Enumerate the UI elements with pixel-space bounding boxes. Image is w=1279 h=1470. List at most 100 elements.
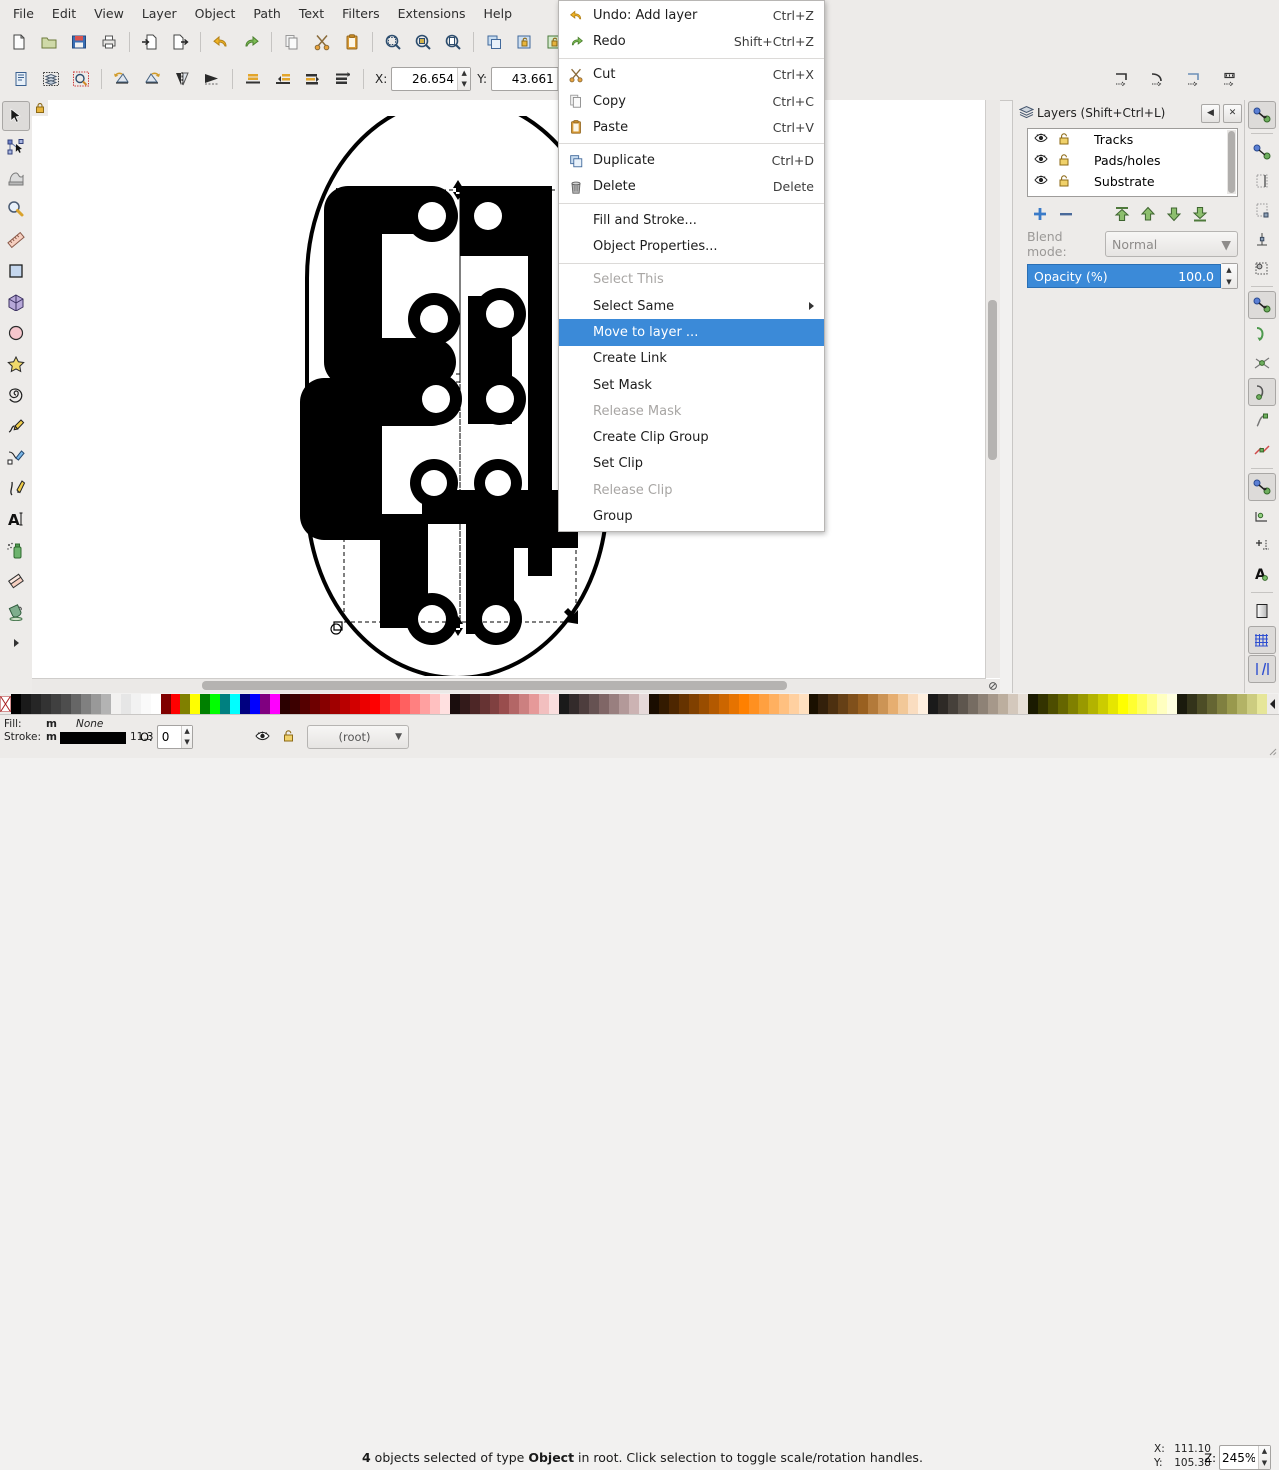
palette-swatch[interactable] xyxy=(599,694,610,714)
x-field[interactable]: ▲▼ xyxy=(391,67,472,91)
text-a-icon[interactable]: A xyxy=(2,504,30,534)
opacity-stepper[interactable]: ▲ ▼ xyxy=(1221,263,1238,289)
layer-list[interactable]: Tracks Pads/holes Substrate xyxy=(1027,128,1238,197)
zoom-page-icon[interactable] xyxy=(440,29,466,55)
measure-tool[interactable] xyxy=(2,225,30,255)
palette-swatch[interactable] xyxy=(160,694,171,714)
canvas-area[interactable] xyxy=(32,100,1000,693)
palette-swatch[interactable] xyxy=(339,694,350,714)
eye-open-icon[interactable] xyxy=(1034,132,1048,147)
save-document-icon[interactable] xyxy=(66,29,92,55)
palette-swatch[interactable] xyxy=(1217,694,1228,714)
palette-swatch[interactable] xyxy=(1117,694,1128,714)
zoom-selection-icon[interactable] xyxy=(380,29,406,55)
snap-object-centers-button[interactable] xyxy=(1248,502,1276,530)
unlocked-icon[interactable] xyxy=(1058,132,1070,148)
palette-swatch[interactable] xyxy=(409,694,420,714)
snap-bbox-centers-button[interactable] xyxy=(1248,254,1276,282)
palette-swatch[interactable] xyxy=(1227,694,1238,714)
import-icon[interactable] xyxy=(137,29,163,55)
menu-object[interactable]: Object xyxy=(186,2,245,25)
snap-bbox-edges-button[interactable] xyxy=(1248,167,1276,195)
canvas-style-indicator[interactable] xyxy=(986,679,1000,693)
palette-swatch[interactable] xyxy=(120,694,131,714)
unlocked-icon[interactable] xyxy=(1058,174,1070,190)
palette-swatch[interactable] xyxy=(688,694,699,714)
box3d-tool[interactable] xyxy=(2,287,30,317)
snap-bbox-edge-midpoints-button[interactable] xyxy=(1248,225,1276,253)
layer-name[interactable]: Substrate xyxy=(1094,174,1155,189)
menu-item-delete[interactable]: Delete Delete xyxy=(559,174,824,200)
palette-swatch[interactable] xyxy=(70,694,81,714)
rotate-cw-icon[interactable] xyxy=(139,66,165,92)
palette-swatch[interactable] xyxy=(469,694,480,714)
palette-swatch[interactable] xyxy=(838,694,849,714)
current-layer-select[interactable]: (root) ▼ xyxy=(307,725,409,749)
palette-swatch[interactable] xyxy=(1147,694,1158,714)
clipboard-icon[interactable] xyxy=(339,29,365,55)
palette-swatch[interactable] xyxy=(439,694,450,714)
palette-swatch[interactable] xyxy=(977,694,988,714)
open-document-icon[interactable] xyxy=(36,29,62,55)
palette-swatch[interactable] xyxy=(728,694,739,714)
palette-swatch[interactable] xyxy=(40,694,51,714)
xml-editor-icon[interactable] xyxy=(8,66,34,92)
menu-help[interactable]: Help xyxy=(475,2,522,25)
ellipse-tool[interactable] xyxy=(2,318,30,348)
palette-swatch[interactable] xyxy=(320,694,330,714)
palette-swatch[interactable] xyxy=(489,694,500,714)
palette-swatch[interactable] xyxy=(928,694,939,714)
menu-item-set-clip[interactable]: Set Clip xyxy=(559,451,824,477)
palette-swatch[interactable] xyxy=(619,694,630,714)
palette-swatch[interactable] xyxy=(369,694,380,714)
palette-swatch[interactable] xyxy=(649,694,659,714)
palette-swatch[interactable] xyxy=(60,694,71,714)
raise-icon[interactable] xyxy=(270,66,296,92)
scissors-icon[interactable] xyxy=(309,29,335,55)
snap-page-border-button[interactable] xyxy=(1248,597,1276,625)
palette-swatch[interactable] xyxy=(848,694,859,714)
palette-swatch[interactable] xyxy=(1067,694,1078,714)
palette-swatch[interactable] xyxy=(987,694,998,714)
palette-swatch[interactable] xyxy=(738,694,749,714)
palette-swatch[interactable] xyxy=(1077,694,1088,714)
lower-to-bottom-icon[interactable] xyxy=(330,66,356,92)
zoom-stepper[interactable]: ▲ ▼ xyxy=(1258,1446,1270,1469)
snap-bbox-corners-button[interactable] xyxy=(1248,196,1276,224)
menu-text[interactable]: Text xyxy=(290,2,333,25)
menu-item-duplicate[interactable]: Duplicate Ctrl+D xyxy=(559,147,824,173)
add-layer-button[interactable] xyxy=(1027,203,1053,225)
canvas-vertical-scrollbar[interactable] xyxy=(985,100,1000,678)
y-input[interactable] xyxy=(492,68,557,90)
palette-swatch[interactable] xyxy=(609,694,620,714)
blend-mode-select[interactable]: Normal ▼ xyxy=(1105,231,1238,257)
selectors-icon[interactable] xyxy=(68,66,94,92)
palette-swatch[interactable] xyxy=(330,694,340,714)
snap-smooth-nodes-button[interactable] xyxy=(1248,407,1276,435)
palette-swatch[interactable] xyxy=(449,694,460,714)
layer-name[interactable]: Tracks xyxy=(1094,132,1133,147)
palette-swatch[interactable] xyxy=(1207,694,1218,714)
palette-swatch[interactable] xyxy=(589,694,600,714)
menu-item-move-to-layer[interactable]: Move to layer ... xyxy=(559,319,824,346)
palette-swatch[interactable] xyxy=(1177,694,1188,714)
menu-item-cut[interactable]: Cut Ctrl+X xyxy=(559,62,824,88)
new-document-icon[interactable] xyxy=(6,29,32,55)
menu-file[interactable]: File xyxy=(4,2,43,25)
palette-swatch[interactable] xyxy=(210,694,221,714)
palette-swatch[interactable] xyxy=(419,694,430,714)
snap-guides-button[interactable] xyxy=(1248,655,1276,683)
snap-text-baselines-button[interactable]: A xyxy=(1248,560,1276,588)
print-icon[interactable] xyxy=(96,29,122,55)
layer-row-substrate[interactable]: Substrate xyxy=(1028,171,1237,192)
raise-layer-to-top-button[interactable] xyxy=(1109,203,1135,225)
palette-swatch[interactable] xyxy=(270,694,281,714)
layer-list-scrollbar[interactable] xyxy=(1227,130,1236,194)
opacity-stepper[interactable]: ▲ ▼ xyxy=(181,726,192,748)
duplicate-squares-icon[interactable] xyxy=(481,29,507,55)
palette-swatch[interactable] xyxy=(170,694,181,714)
unlocked-icon[interactable] xyxy=(1058,153,1070,169)
rotate-ccw-icon[interactable] xyxy=(109,66,135,92)
tweak-tool[interactable] xyxy=(2,163,30,193)
palette-swatch[interactable] xyxy=(190,694,201,714)
